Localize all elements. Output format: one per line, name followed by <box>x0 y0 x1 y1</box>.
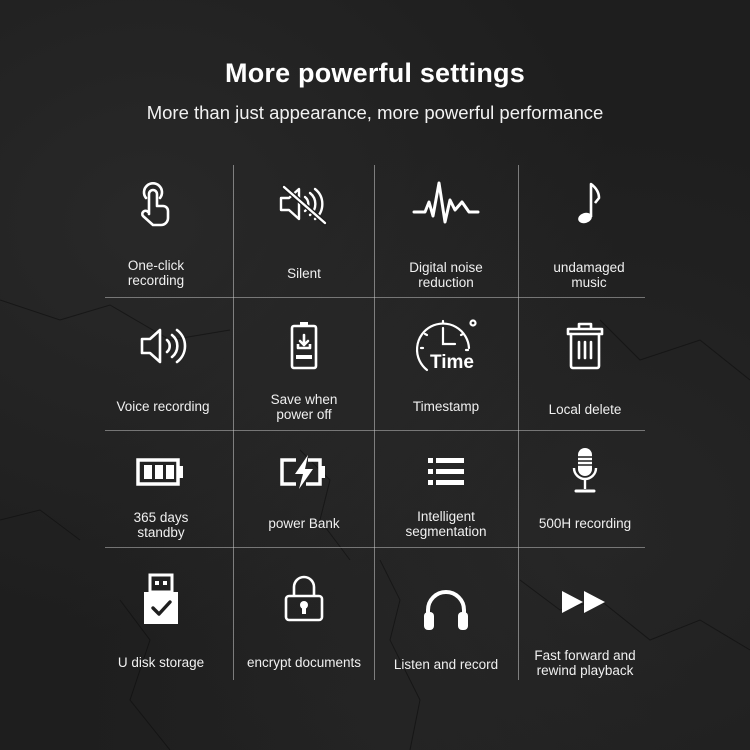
grid-divider-vertical <box>518 165 519 680</box>
svg-text:Time: Time <box>430 352 474 373</box>
feature-label: undamaged music <box>553 260 625 290</box>
list-icon <box>420 446 472 498</box>
feature-label: Save when power off <box>270 392 338 422</box>
feature-item: 365 days standby <box>95 446 227 547</box>
feature-label: Voice recording <box>116 399 210 414</box>
feature-label: Silent <box>287 266 321 281</box>
battery-save-icon <box>278 320 330 372</box>
feature-label: One-click recording <box>127 258 185 288</box>
feature-item: U disk storage <box>95 572 227 678</box>
clock-time-icon: Time <box>413 314 479 376</box>
feature-item: 500H recording <box>520 446 650 547</box>
feature-label: Local delete <box>548 402 622 417</box>
battery-full-icon <box>135 446 187 498</box>
grid-divider-horizontal <box>105 547 645 548</box>
feature-grid: One-click recording Silent Digital noise… <box>0 0 750 750</box>
battery-charge-icon <box>278 446 330 498</box>
feature-item: Listen and record <box>378 582 514 678</box>
music-note-icon <box>563 178 615 230</box>
feature-item: Local delete <box>520 320 650 430</box>
feature-item: power Bank <box>236 446 372 547</box>
feature-label: Fast forward and rewind playback <box>534 648 636 678</box>
mute-icon <box>278 178 330 230</box>
feature-item: Save when power off <box>236 320 372 430</box>
grid-divider-horizontal <box>105 430 645 431</box>
feature-label: Intelligent segmentation <box>405 509 487 539</box>
padlock-icon <box>278 572 330 624</box>
fast-forward-icon <box>559 576 611 628</box>
feature-label: Listen and record <box>393 657 499 672</box>
feature-label: U disk storage <box>117 655 205 670</box>
microphone-icon <box>559 446 611 498</box>
feature-item: undamaged music <box>520 178 658 297</box>
headphones-icon <box>420 582 472 634</box>
feature-label: 500H recording <box>538 516 632 531</box>
feature-label: power Bank <box>268 516 340 531</box>
feature-item: Silent <box>236 178 372 297</box>
feature-label: Timestamp <box>412 399 480 414</box>
grid-divider-horizontal <box>105 297 645 298</box>
feature-item: Intelligent segmentation <box>378 446 514 547</box>
waveform-icon <box>411 178 481 230</box>
feature-label: encrypt documents <box>246 655 362 670</box>
trash-icon <box>559 320 611 372</box>
feature-item: Voice recording <box>95 320 231 430</box>
grid-divider-vertical <box>233 165 234 680</box>
feature-item: Digital noise reduction <box>378 178 514 297</box>
speaker-icon <box>137 320 189 372</box>
feature-item: Time Timestamp <box>378 314 514 430</box>
feature-item: Fast forward and rewind playback <box>520 576 650 678</box>
usb-check-icon <box>135 572 187 628</box>
feature-label: 365 days standby <box>133 510 189 540</box>
feature-label: Digital noise reduction <box>409 260 483 290</box>
touch-icon <box>130 178 182 230</box>
feature-item: One-click recording <box>95 178 217 297</box>
grid-divider-vertical <box>374 165 375 680</box>
feature-item: encrypt documents <box>236 572 372 678</box>
